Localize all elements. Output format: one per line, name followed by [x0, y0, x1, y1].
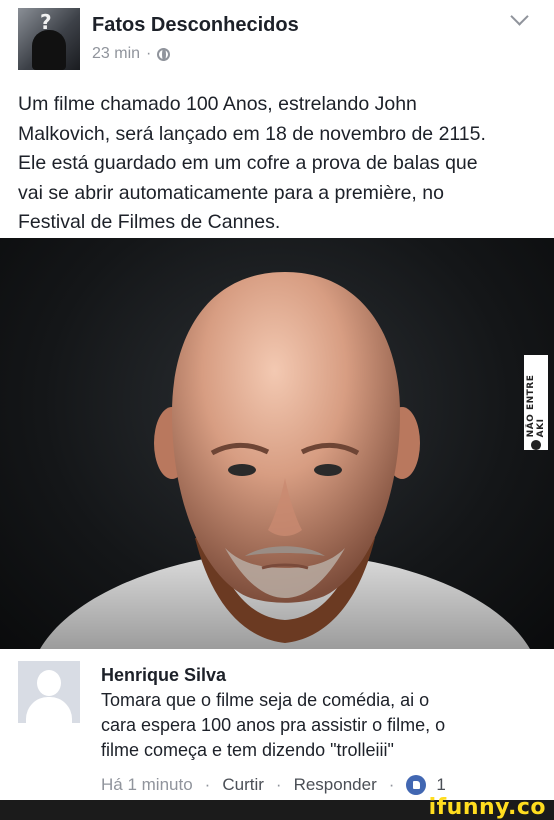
page-avatar[interactable]: ? [18, 8, 80, 70]
action-separator: · [388, 775, 395, 794]
comment-text: Tomara que o filme seja de comédia, ai o… [101, 690, 446, 760]
footer-bar: ifunny.co [0, 795, 554, 820]
comment-time: Há 1 minuto [101, 775, 193, 794]
globe-icon [157, 47, 171, 61]
like-button[interactable]: Curtir [222, 775, 264, 795]
watermark-text: NÃO ENTRE AKI [526, 374, 546, 438]
page-name[interactable]: Fatos Desconhecidos [92, 14, 299, 37]
post-meta: 23 min · [92, 45, 171, 63]
reply-button[interactable]: Responder [294, 775, 377, 795]
eye-left [228, 464, 256, 476]
avatar-head-shape [37, 670, 61, 696]
post-time[interactable]: 23 min [92, 45, 140, 63]
silhouette-figure [32, 30, 66, 70]
post-text: Um filme chamado 100 Anos, estrelando Jo… [18, 93, 486, 233]
chevron-down-icon[interactable] [510, 7, 529, 26]
portrait-illustration [40, 272, 530, 649]
action-separator: · [204, 775, 211, 794]
action-separator: · [275, 775, 282, 794]
comment-author[interactable]: Henrique Silva [101, 665, 226, 686]
watermark-label: NÃO ENTRE AKI [524, 355, 548, 450]
comment-avatar[interactable] [18, 661, 80, 723]
meta-separator: · [146, 45, 152, 62]
comment-actions: Há 1 minuto · Curtir · Responder · 1 [101, 775, 446, 795]
post-header: ? Fatos Desconhecidos 23 min · [0, 0, 554, 78]
comment: Henrique Silva Tomara que o filme seja d… [0, 649, 554, 800]
like-thumb-icon[interactable] [406, 775, 427, 795]
avatar-body-shape [26, 697, 72, 723]
ifunny-logo[interactable]: ifunny.co [429, 795, 546, 820]
like-count[interactable]: 1 [436, 775, 445, 795]
watermark-icon [531, 440, 541, 450]
head-shape [172, 272, 400, 603]
eye-right [314, 464, 342, 476]
post-photo[interactable]: NÃO ENTRE AKI [0, 238, 554, 649]
